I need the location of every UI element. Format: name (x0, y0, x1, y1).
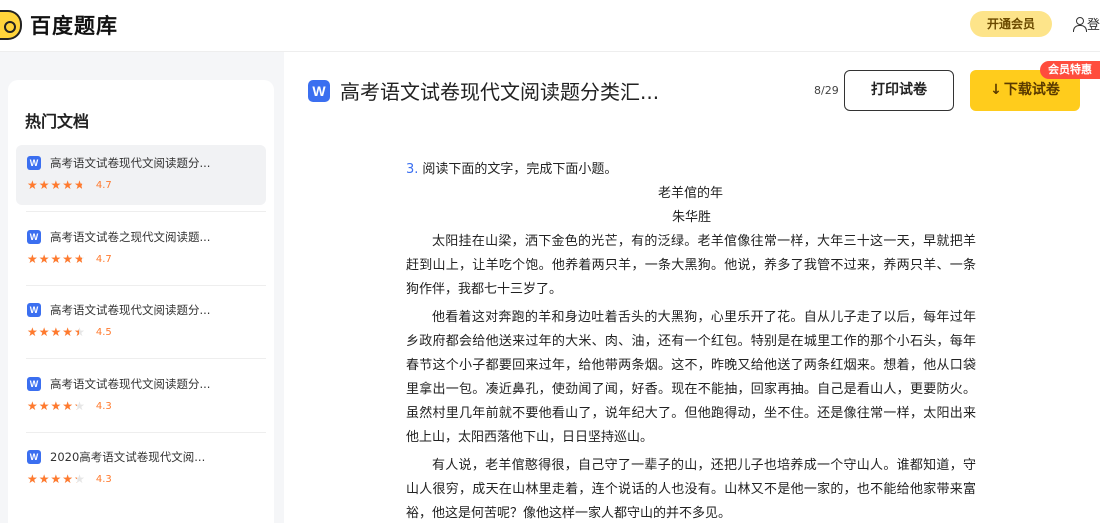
document-title: 高考语文试卷现代文阅读题分类汇... (340, 80, 660, 104)
user-icon (1073, 16, 1087, 32)
hot-doc-item[interactable]: W2020高考语文试卷现代文阅...★★★★★★★★★★4.3 (16, 439, 266, 499)
star-icon: ★★ (74, 178, 85, 192)
document-page: 3. 阅读下面的文字，完成下面小题。 老羊倌的年 朱华胜 太阳挂在山梁，洒下金色的… (284, 128, 1100, 523)
star-icon: ★★ (38, 472, 50, 486)
hot-doc-name: 2020高考语文试卷现代文阅... (50, 450, 206, 464)
star-icon: ★★ (50, 178, 62, 192)
star-icon: ★★ (27, 399, 38, 413)
logo[interactable]: 百度题库 (0, 10, 118, 40)
star-icon: ★★ (62, 399, 74, 413)
word-file-icon: W (27, 156, 41, 170)
word-file-icon: W (27, 303, 41, 317)
rating-stars: ★★★★★★★★★★4.5 (27, 326, 112, 338)
hot-doc-name: 高考语文试卷现代文阅读题分... (50, 303, 211, 317)
hot-doc-title-row: W 高考语文试卷现代文阅读题分... (27, 302, 210, 318)
top-bar: 百度题库 开通会员 登 (0, 0, 1100, 52)
hot-doc-title-row: W 高考语文试卷现代文阅读题分... (27, 376, 210, 392)
word-file-icon: W (27, 450, 41, 464)
star-icon: ★★ (38, 178, 50, 192)
rating-score: 4.7 (95, 179, 112, 191)
question-line: 3. 阅读下面的文字，完成下面小题。 (406, 158, 617, 182)
word-file-icon: W (27, 377, 41, 391)
word-file-icon: W (27, 230, 41, 244)
star-icon: ★★ (62, 178, 74, 192)
story-author: 朱华胜 (672, 210, 712, 225)
rating-stars: ★★★★★★★★★★4.3 (27, 400, 112, 412)
question-number: 3. (406, 162, 419, 177)
star-icon: ★★ (50, 399, 62, 413)
rating-stars: ★★★★★★★★★★4.3 (27, 473, 112, 485)
word-file-icon: W (308, 80, 330, 102)
star-icon: ★★ (27, 325, 38, 339)
star-icon: ★★ (62, 252, 74, 266)
logo-icon (0, 10, 22, 40)
document-header: W 高考语文试卷现代文阅读题分类汇... 8/29 打印试卷 ↓ 下载试卷 会员特… (284, 52, 1100, 128)
list-divider (26, 432, 266, 433)
open-vip-button[interactable]: 开通会员 (970, 11, 1052, 37)
rating-score: 4.3 (95, 473, 112, 485)
rating-score: 4.7 (95, 253, 112, 265)
star-icon: ★★ (74, 399, 85, 413)
star-icon: ★★ (74, 252, 85, 266)
list-divider (26, 358, 266, 359)
page-count: 8/29 (814, 84, 839, 97)
member-discount-badge: 会员特惠 (1040, 61, 1100, 79)
hot-doc-title-row: W 高考语文试卷现代文阅读题分... (27, 155, 210, 171)
hot-doc-title-row: W 高考语文试卷之现代文阅读题... (27, 229, 210, 245)
hot-doc-name: 高考语文试卷现代文阅读题分... (50, 377, 211, 391)
rating-score: 4.3 (95, 400, 112, 412)
star-icon: ★★ (38, 399, 50, 413)
print-button[interactable]: 打印试卷 (844, 70, 954, 111)
star-icon: ★★ (50, 325, 62, 339)
hot-doc-name: 高考语文试卷之现代文阅读题... (50, 230, 211, 244)
story-title: 老羊倌的年 (658, 186, 724, 201)
star-icon: ★★ (50, 472, 62, 486)
hot-doc-item[interactable]: W高考语文试卷现代文阅读题分...★★★★★★★★★★4.5 (16, 292, 266, 352)
star-icon: ★★ (62, 472, 74, 486)
question-text: 阅读下面的文字，完成下面小题。 (422, 162, 618, 177)
hot-doc-item[interactable]: W 高考语文试卷之现代文阅读题... ★ ★ ★ ★ ★ ★ ★ ★ ★ ★ 4.7 (16, 219, 266, 279)
star-icon: ★★ (38, 252, 50, 266)
hot-docs-sidebar: 热门文档 W 高考语文试卷现代文阅读题分... ★ ★ ★ ★ ★ ★ ★ ★ ★ ★ 4.7 W 高考语文… (8, 80, 274, 523)
arrow-down-icon: ↓ (990, 82, 1002, 98)
hot-doc-item[interactable]: W 高考语文试卷现代文阅读题分... ★ ★ ★ ★ ★ ★ ★ ★ ★ ★ 4.7 (16, 145, 266, 205)
star-icon: ★★ (50, 252, 62, 266)
star-icon: ★★ (27, 252, 38, 266)
star-icon: ★★ (62, 325, 74, 339)
login-label: 登 (1087, 18, 1100, 33)
login-button[interactable]: 登 (1073, 14, 1100, 33)
paragraph: 有人说，老羊倌憨得很，自己守了一辈子的山，还把儿子也培养成一个守山人。谁都知道，… (406, 458, 976, 521)
list-divider (26, 285, 266, 286)
star-icon: ★★ (74, 325, 85, 339)
hot-doc-title-row: W 2020高考语文试卷现代文阅... (27, 449, 205, 465)
hot-doc-name: 高考语文试卷现代文阅读题分... (50, 156, 211, 170)
star-icon: ★★ (74, 472, 85, 486)
paragraph: 太阳挂在山梁，洒下金色的光芒，有的泛绿。老羊倌像往常一样，大年三十这一天，早就把… (406, 234, 976, 297)
download-label: 下载试卷 (1003, 82, 1060, 98)
hot-doc-item[interactable]: W高考语文试卷现代文阅读题分...★★★★★★★★★★4.3 (16, 366, 266, 426)
star-icon: ★★ (38, 325, 50, 339)
rating-stars: ★ ★ ★ ★ ★ ★ ★ ★ ★ ★ 4.7 (27, 179, 112, 191)
paragraph: 他看着这对奔跑的羊和身边吐着舌头的大黑狗，心里乐开了花。自从儿子走了以后，每年过… (406, 310, 976, 445)
logo-text: 百度题库 (30, 14, 118, 38)
rating-score: 4.5 (95, 326, 112, 338)
star-icon: ★★ (27, 178, 38, 192)
sidebar-title: 热门文档 (25, 112, 90, 131)
rating-stars: ★ ★ ★ ★ ★ ★ ★ ★ ★ ★ 4.7 (27, 253, 112, 265)
star-icon: ★★ (27, 472, 38, 486)
list-divider (26, 211, 266, 212)
